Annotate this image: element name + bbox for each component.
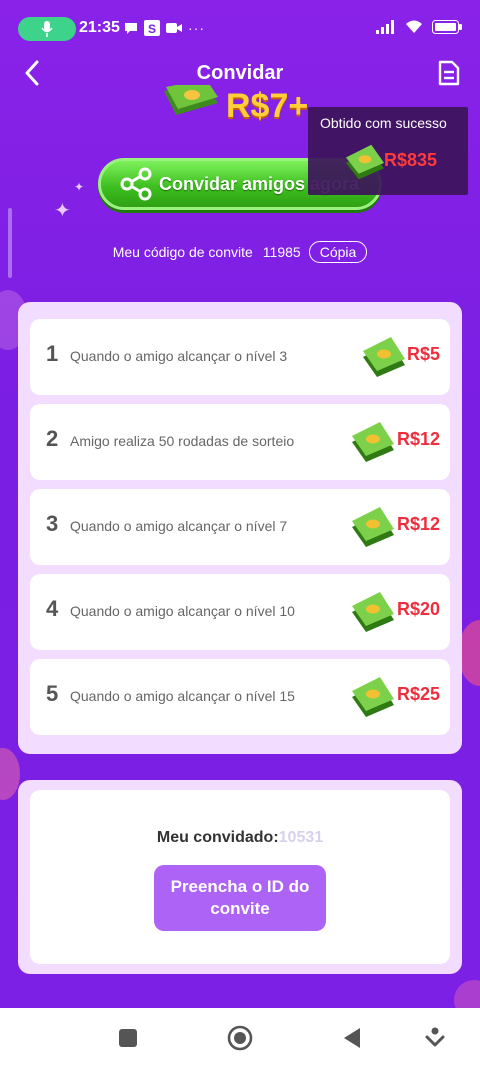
mic-icon [41,21,53,37]
toast-amount-text: R$835 [384,150,438,170]
status-icons-right [376,20,462,34]
reward-amount: R$5 [406,344,440,364]
copy-code-button[interactable]: Cópia [308,241,368,263]
reward-description: Quando o amigo alcançar o nível 15 [70,688,295,704]
mic-indicator [18,17,76,41]
square-icon [119,1029,137,1047]
rewards-panel: 1 Quando o amigo alcançar o nível 3 R$5 … [18,302,462,754]
reward-description: Amigo realiza 50 rodadas de sorteio [70,433,295,449]
reward-number: 5 [46,681,59,706]
reward-amount: R$20 [396,599,440,619]
cash-stack-icon [164,85,218,115]
cash-stack-icon [352,422,394,462]
invited-label: Meu convidado: [156,829,279,846]
video-icon [166,23,182,33]
invite-code-label: Meu código de convite [112,244,253,260]
share-icon [120,167,152,201]
status-time: 21:35 [79,19,120,36]
status-icons-left: S ··· [124,20,205,36]
reward-number: 2 [46,426,59,451]
toast-amount: R$835 [384,150,437,171]
battery-icon [432,20,462,34]
status-bar: 21:35 S ··· [0,0,480,41]
cash-stack-icon [363,337,405,377]
reward-number: 3 [46,511,59,536]
wifi-icon [406,20,422,33]
invited-panel: Meu convidado:10531 Preencha o ID do con… [18,780,462,974]
cash-stack-icon [346,144,384,180]
signal-icon [376,20,394,34]
reward-row: 1 Quando o amigo alcançar o nível 3 R$5 [30,319,450,395]
sparkle-icon: ✦ [54,200,71,222]
recent-apps-button[interactable] [114,1024,142,1052]
fill-invite-id-button[interactable]: Preencha o ID do convite [154,865,326,931]
invite-code-row: Meu código de convite 11985 Cópia [0,241,480,263]
system-nav-bar [0,1008,480,1066]
invited-row: Meu convidado:10531 [30,829,450,847]
triangle-back-icon [344,1028,360,1048]
cash-stack-icon [352,677,394,717]
reward-amount: R$12 [396,514,440,534]
home-circle-icon [227,1025,253,1051]
reward-number: 1 [46,341,59,366]
invited-card: Meu convidado:10531 Preencha o ID do con… [30,790,450,964]
page-title: Convidar [196,62,284,84]
back-nav-button[interactable] [338,1024,366,1052]
reward-description: Quando o amigo alcançar o nível 10 [70,603,295,619]
reward-row: 3 Quando o amigo alcançar o nível 7 R$12 [30,489,450,565]
reward-row: 5 Quando o amigo alcançar o nível 15 R$2… [30,659,450,735]
cash-stack-icon [352,507,394,547]
chat-icon [125,23,137,34]
svg-text:S: S [148,22,156,36]
cash-stack-icon [352,592,394,632]
sparkle-icon: ✦ [74,180,85,194]
reward-row: 4 Quando o amigo alcançar o nível 10 R$2… [30,574,450,650]
decor-bubble [0,748,20,800]
reward-row: 2 Amigo realiza 50 rodadas de sorteio R$… [30,404,450,480]
s-app-icon: S [144,20,160,36]
document-icon [438,60,460,86]
invited-value: 10531 [278,829,324,846]
rules-button[interactable] [436,58,462,88]
top-reward-banner: R$7+ [160,85,308,121]
more-icon: ··· [188,20,205,36]
toast-title: Obtido com sucesso [320,115,447,131]
reward-description: Quando o amigo alcançar o nível 7 [70,518,288,534]
person-down-icon [425,1027,445,1047]
top-reward-amount: R$7+ [226,87,309,121]
reward-description: Quando o amigo alcançar o nível 3 [70,348,288,364]
invite-code-value: 11985 [262,244,301,260]
reward-number: 4 [46,596,59,621]
reward-amount: R$25 [396,684,440,704]
home-button[interactable] [226,1024,254,1052]
assistant-button[interactable] [421,1024,449,1052]
reward-amount: R$12 [396,429,440,449]
